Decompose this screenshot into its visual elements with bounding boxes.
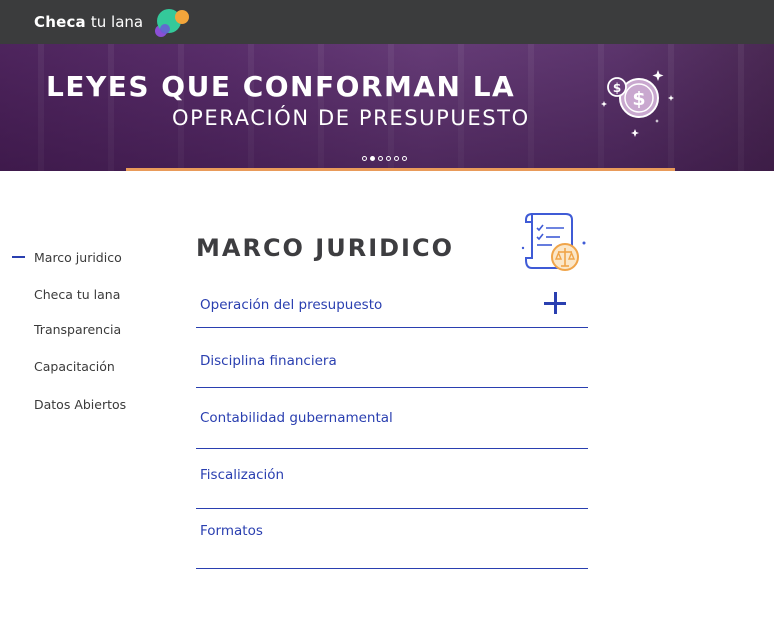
hero-accent-line <box>126 168 675 171</box>
plus-icon[interactable] <box>544 292 566 314</box>
hero-title-line-1: LEYES QUE CONFORMAN LA <box>46 70 516 103</box>
carousel-dot[interactable] <box>394 156 399 161</box>
section-contabilidad-gubernamental[interactable]: Contabilidad gubernamental <box>196 388 588 449</box>
hero-title-line-2: OPERACIÓN DE PRESUPUESTO <box>172 106 530 130</box>
site-logo[interactable]: Checa tu lana <box>34 6 190 38</box>
sidebar-item-transparencia[interactable]: Transparencia <box>34 322 121 337</box>
active-indicator <box>12 256 25 258</box>
section-disciplina-financiera[interactable]: Disciplina financiera <box>196 328 588 388</box>
section-formatos[interactable]: Formatos <box>196 509 588 569</box>
section-operacion-presupuesto[interactable]: Operación del presupuesto <box>196 278 588 328</box>
section-label[interactable]: Contabilidad gubernamental <box>200 410 393 426</box>
page-title: MARCO JURIDICO <box>196 234 455 262</box>
carousel-dot[interactable] <box>362 156 367 161</box>
section-label[interactable]: Operación del presupuesto <box>200 297 382 313</box>
logo-text-bold: Checa <box>34 13 86 31</box>
carousel-dot[interactable] <box>378 156 383 161</box>
carousel-dot[interactable] <box>402 156 407 161</box>
svg-text:$: $ <box>613 81 621 95</box>
sidebar-item-datos-abiertos[interactable]: Datos Abiertos <box>34 397 126 412</box>
section-label[interactable]: Formatos <box>200 523 263 539</box>
sidebar-item-marco-juridico[interactable]: Marco juridico <box>34 250 122 265</box>
carousel-dot-active[interactable] <box>370 156 375 161</box>
hero-banner: LEYES QUE CONFORMAN LA OPERACIÓN DE PRES… <box>0 44 774 171</box>
section-label[interactable]: Fiscalización <box>200 467 284 483</box>
colorful-bubbles-logo-icon <box>148 7 190 37</box>
sidebar-item-checa-tu-lana[interactable]: Checa tu lana <box>34 287 120 302</box>
section-label[interactable]: Disciplina financiera <box>200 353 337 369</box>
legal-document-scale-icon <box>520 208 590 278</box>
top-bar: Checa tu lana <box>0 0 774 44</box>
svg-text:$: $ <box>632 88 645 110</box>
carousel-dots <box>362 156 407 161</box>
dollar-coins-icon: $ $ <box>598 68 678 140</box>
sidebar-item-capacitacion[interactable]: Capacitación <box>34 359 115 374</box>
section-fiscalizacion[interactable]: Fiscalización <box>196 449 588 509</box>
logo-text-light: tu lana <box>90 13 144 31</box>
carousel-dot[interactable] <box>386 156 391 161</box>
